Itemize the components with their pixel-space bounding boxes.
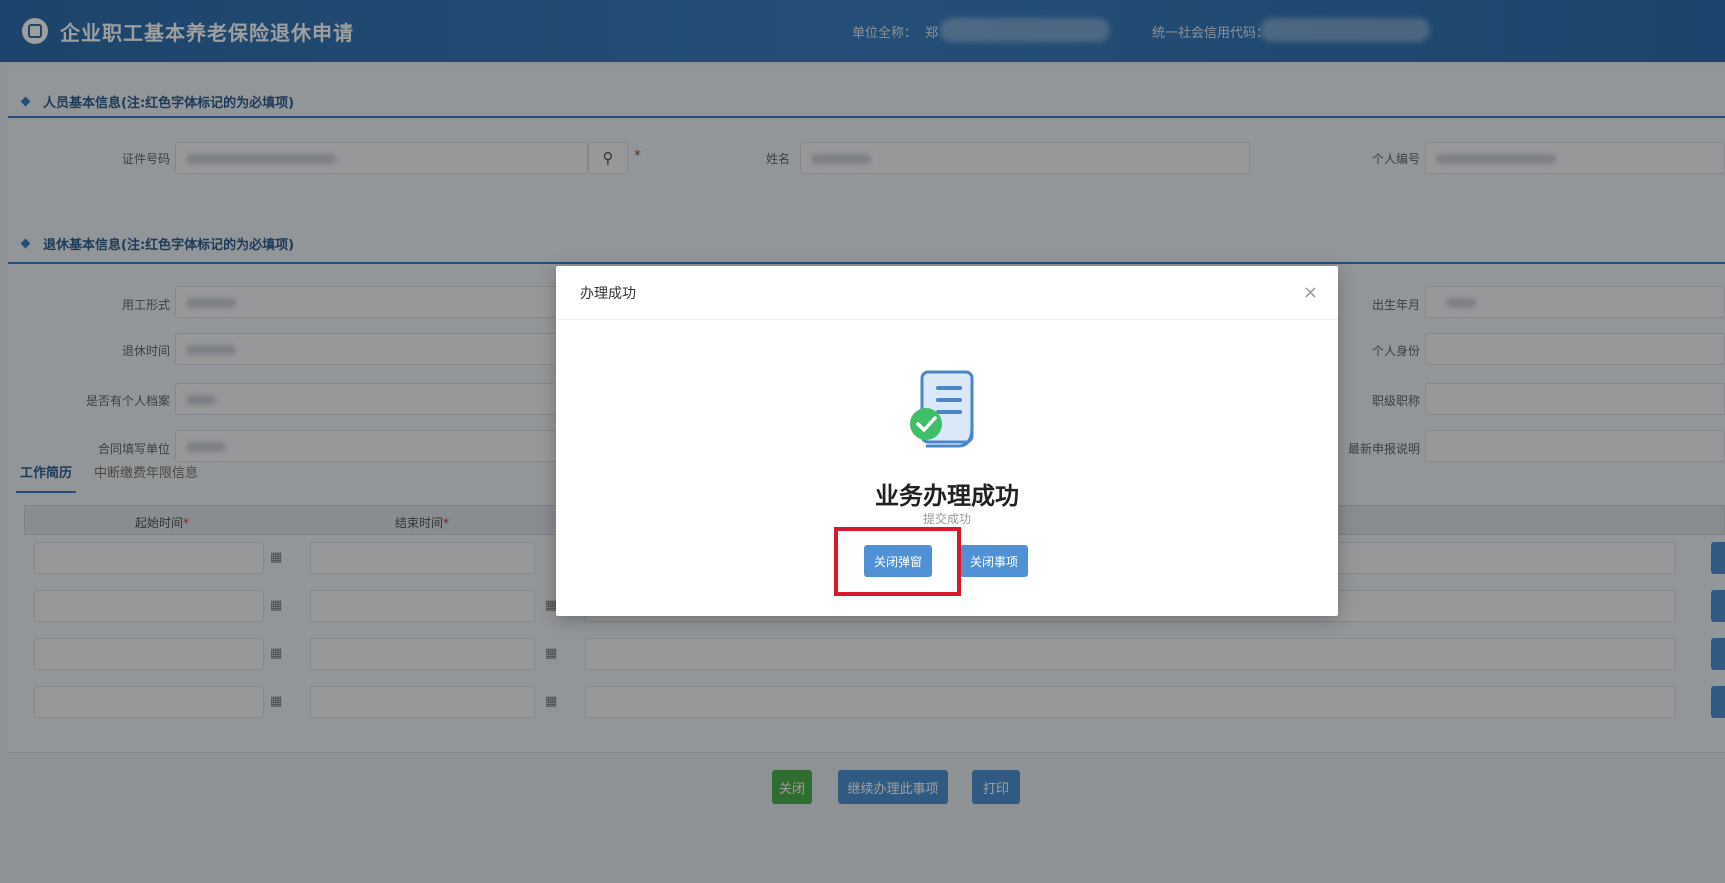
document-success-icon	[910, 370, 974, 448]
highlight-box	[834, 527, 961, 596]
close-icon[interactable]: ×	[1303, 282, 1318, 303]
dialog-subtitle: 提交成功	[922, 512, 971, 526]
dialog-title: 业务办理成功	[875, 482, 1019, 510]
close-item-button[interactable]: 关闭事项	[960, 545, 1029, 577]
dialog-header: 办理成功	[556, 266, 1338, 320]
